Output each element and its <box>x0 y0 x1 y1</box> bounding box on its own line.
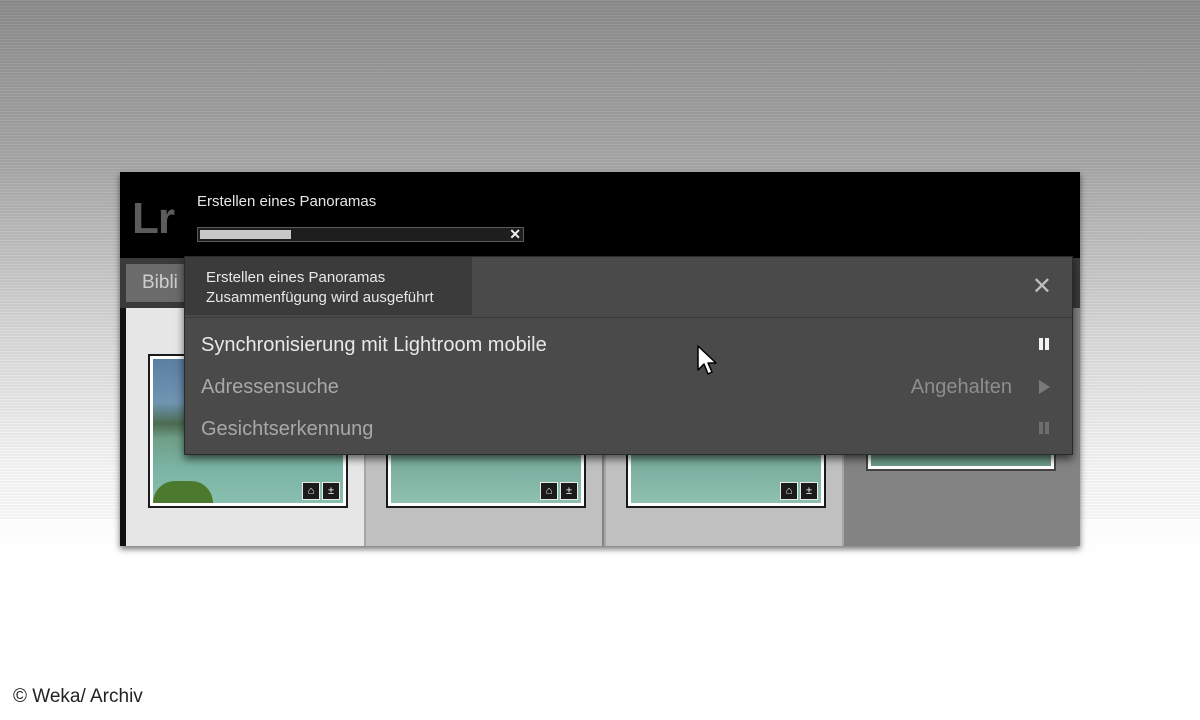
row-label: Gesichtserkennung <box>201 418 374 440</box>
row-label: Synchronisierung mit Lightroom mobile <box>201 334 547 356</box>
row-label: Adressensuche <box>201 376 339 398</box>
active-task-chip[interactable]: Erstellen eines Panoramas Zusammenfügung… <box>185 257 472 315</box>
activity-row-address-lookup[interactable]: Adressensuche Angehalten <box>185 368 1072 410</box>
pause-icon[interactable] <box>1036 336 1052 354</box>
keyword-tag-icon[interactable]: ⌂ <box>780 482 798 500</box>
play-icon[interactable] <box>1036 378 1052 396</box>
activity-row-face-detection[interactable]: Gesichtserkennung <box>185 410 1072 452</box>
task-progress-bar: ✕ <box>197 227 524 242</box>
copyright-watermark: © Weka/ Archiv <box>13 686 143 707</box>
row-status: Angehalten <box>910 376 1012 398</box>
develop-edit-icon[interactable]: ± <box>322 482 340 500</box>
active-task-title: Erstellen eines Panoramas <box>206 269 386 286</box>
activity-header: Erstellen eines Panoramas Zusammenfügung… <box>185 257 1072 318</box>
thumbnail-badges: ⌂ ± <box>540 482 578 500</box>
keyword-tag-icon[interactable]: ⌂ <box>302 482 320 500</box>
thumbnail-badges: ⌂ ± <box>780 482 818 500</box>
thumbnail-badges: ⌂ ± <box>302 482 340 500</box>
task-title: Erstellen eines Panoramas <box>197 193 377 210</box>
progress-fill <box>200 230 291 239</box>
pause-icon[interactable] <box>1036 420 1052 438</box>
active-task-status: Zusammenfügung wird ausgeführt <box>206 289 434 306</box>
develop-edit-icon[interactable]: ± <box>800 482 818 500</box>
mouse-cursor-icon <box>697 345 717 375</box>
thumbnail-foliage <box>153 481 213 503</box>
activity-center-panel: Erstellen eines Panoramas Zusammenfügung… <box>184 256 1073 455</box>
activity-row-sync[interactable]: Synchronisierung mit Lightroom mobile <box>185 326 1072 368</box>
close-icon[interactable]: ✕ <box>1032 275 1052 299</box>
lightroom-logo: Lr <box>132 194 175 243</box>
develop-edit-icon[interactable]: ± <box>560 482 578 500</box>
keyword-tag-icon[interactable]: ⌂ <box>540 482 558 500</box>
cancel-task-icon[interactable]: ✕ <box>509 227 521 242</box>
progress-track <box>198 228 505 241</box>
